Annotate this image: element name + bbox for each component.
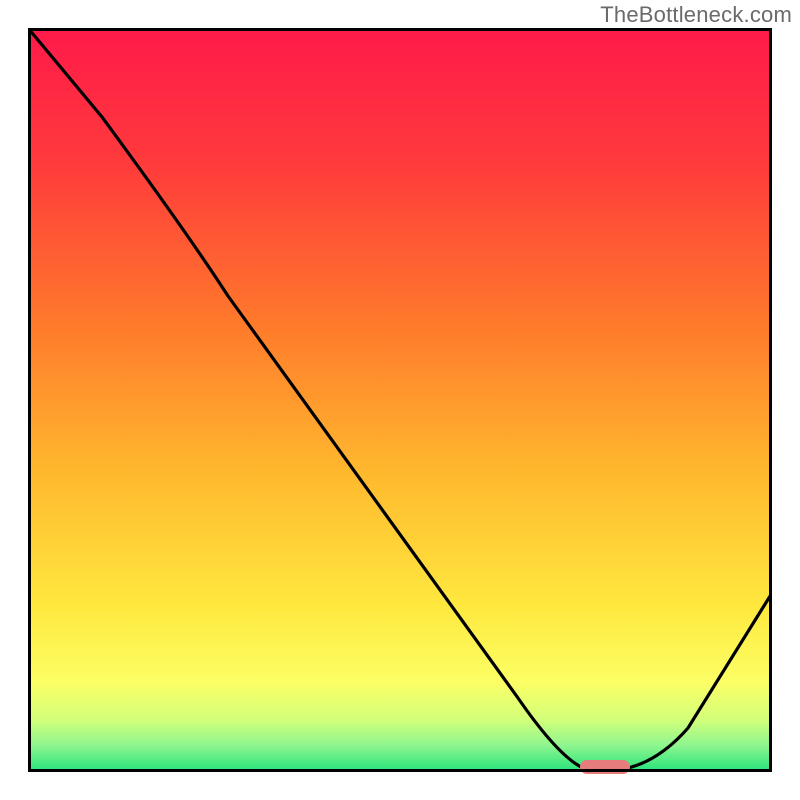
plot-area (28, 28, 772, 772)
watermark-text: TheBottleneck.com (600, 2, 792, 28)
chart-container: TheBottleneck.com (0, 0, 800, 800)
bottleneck-curve (28, 28, 772, 772)
optimum-marker (580, 760, 630, 774)
